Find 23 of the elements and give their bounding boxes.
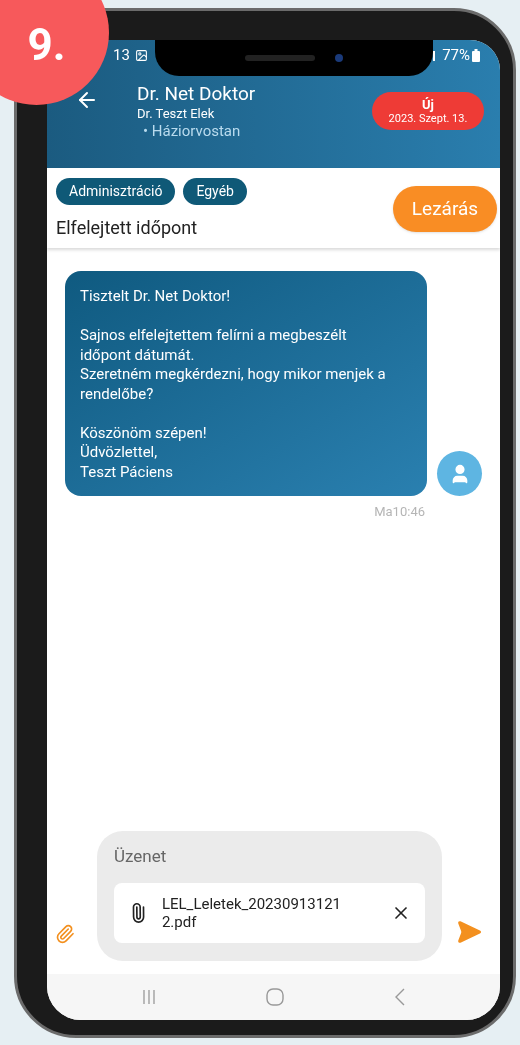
back-icon[interactable] <box>394 988 405 1006</box>
step-number: 9. <box>27 23 66 67</box>
category-tag: Egyéb <box>183 178 247 205</box>
message-field[interactable]: Üzenet <box>113 845 426 869</box>
home-icon[interactable] <box>266 988 285 1006</box>
specialty-text: • Háziorvostan <box>143 122 242 141</box>
category-tag: Adminisztráció <box>56 178 176 205</box>
message-text: Tisztelt Dr. Net Doktor! Sajnos elfelejtettem felírni a megbeszélt időpont dátumát. Szeretném megkérdezni, hogy mikor menjek a rendelőbe? Köszönöm szépen! Üdvözlettel, Teszt Páciens <box>80 287 387 482</box>
battery-percent: 77% <box>442 44 470 66</box>
battery-icon <box>472 48 480 62</box>
recent-apps-icon[interactable] <box>142 989 157 1005</box>
status-time: 13 <box>113 44 130 66</box>
image-icon <box>134 48 148 62</box>
doctor-title: Dr. Net Doktor <box>137 82 256 106</box>
status-date: 2023. Szept. 13. <box>388 113 468 124</box>
attach-icon[interactable] <box>55 923 75 945</box>
attachment-filename: LEL_Leletek_202309131212.pdf <box>161 895 342 931</box>
message-time: Ma10:46 <box>374 503 425 521</box>
send-icon[interactable] <box>456 919 482 945</box>
doctor-name: Dr. Teszt Elek <box>137 105 216 122</box>
status-label: Új <box>422 98 434 111</box>
close-button[interactable]: Lezárás <box>393 186 497 232</box>
subject-text: Elfelejtett időpont <box>56 216 199 240</box>
